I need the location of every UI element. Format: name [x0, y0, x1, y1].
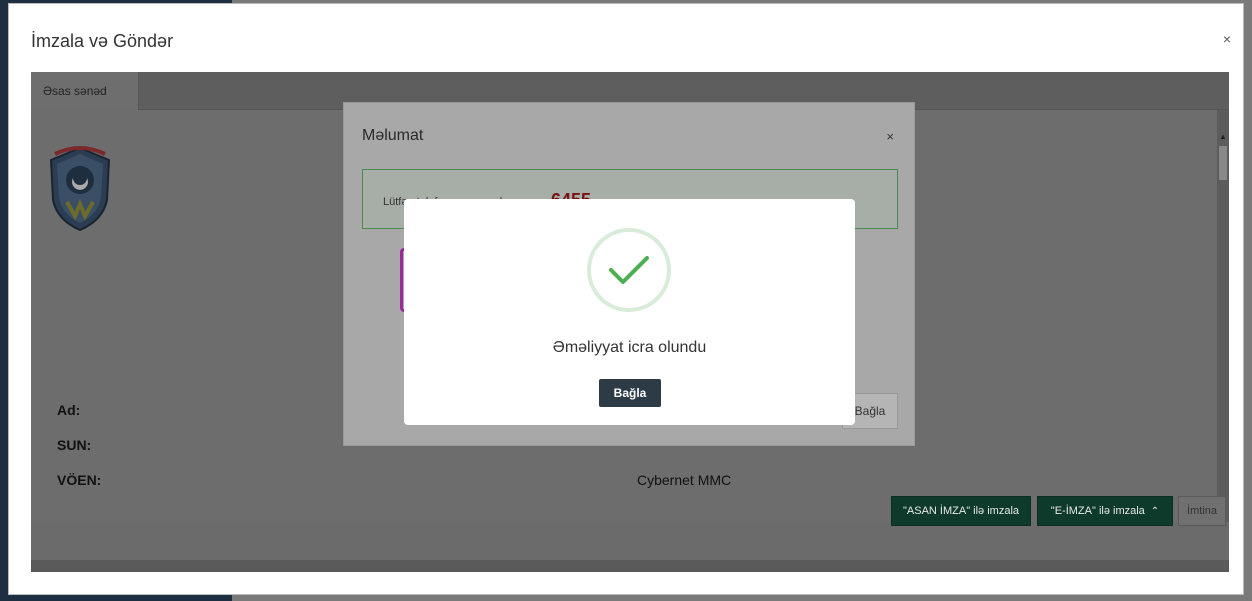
close-icon[interactable]: × [1223, 31, 1231, 47]
modal-header: İmzala və Göndər × [9, 4, 1243, 72]
chevron-up-icon: ⌃ [1150, 505, 1160, 517]
success-close-button[interactable]: Bağla [599, 379, 661, 407]
tax-ministry-emblem-icon [49, 146, 111, 232]
close-icon[interactable]: × [886, 129, 894, 144]
doc-label-sun: SUN: [57, 437, 92, 453]
scroll-thumb[interactable] [1219, 146, 1227, 180]
success-popup: Əməliyyat icra olundu Bağla [404, 199, 855, 425]
modal-title: İmzala və Göndər [31, 31, 174, 51]
cancel-button[interactable]: İmtina [1178, 496, 1226, 526]
e-imza-sign-label: "E-İMZA" ilə imzala [1050, 505, 1145, 517]
info-modal-title: Məlumat [362, 127, 424, 144]
scroll-up-icon[interactable]: ▲ [1219, 132, 1227, 141]
e-imza-sign-button[interactable]: "E-İMZA" ilə imzala ⌃ [1037, 496, 1173, 526]
tab-main-document[interactable]: Əsas sənəd [31, 72, 139, 110]
doc-label-voen: VÖEN: [57, 472, 102, 488]
doc-label-name: Ad: [57, 402, 81, 418]
document-scrollbar[interactable]: ▲ ▼ [1217, 110, 1229, 522]
asan-imza-sign-button[interactable]: "ASAN İMZA" ilə imzala [891, 496, 1031, 526]
checkmark-icon [587, 228, 671, 312]
modal-footer-bar [31, 560, 1229, 572]
doc-value-voen: Cybernet MMC [637, 472, 732, 488]
success-message: Əməliyyat icra olundu [552, 339, 707, 356]
